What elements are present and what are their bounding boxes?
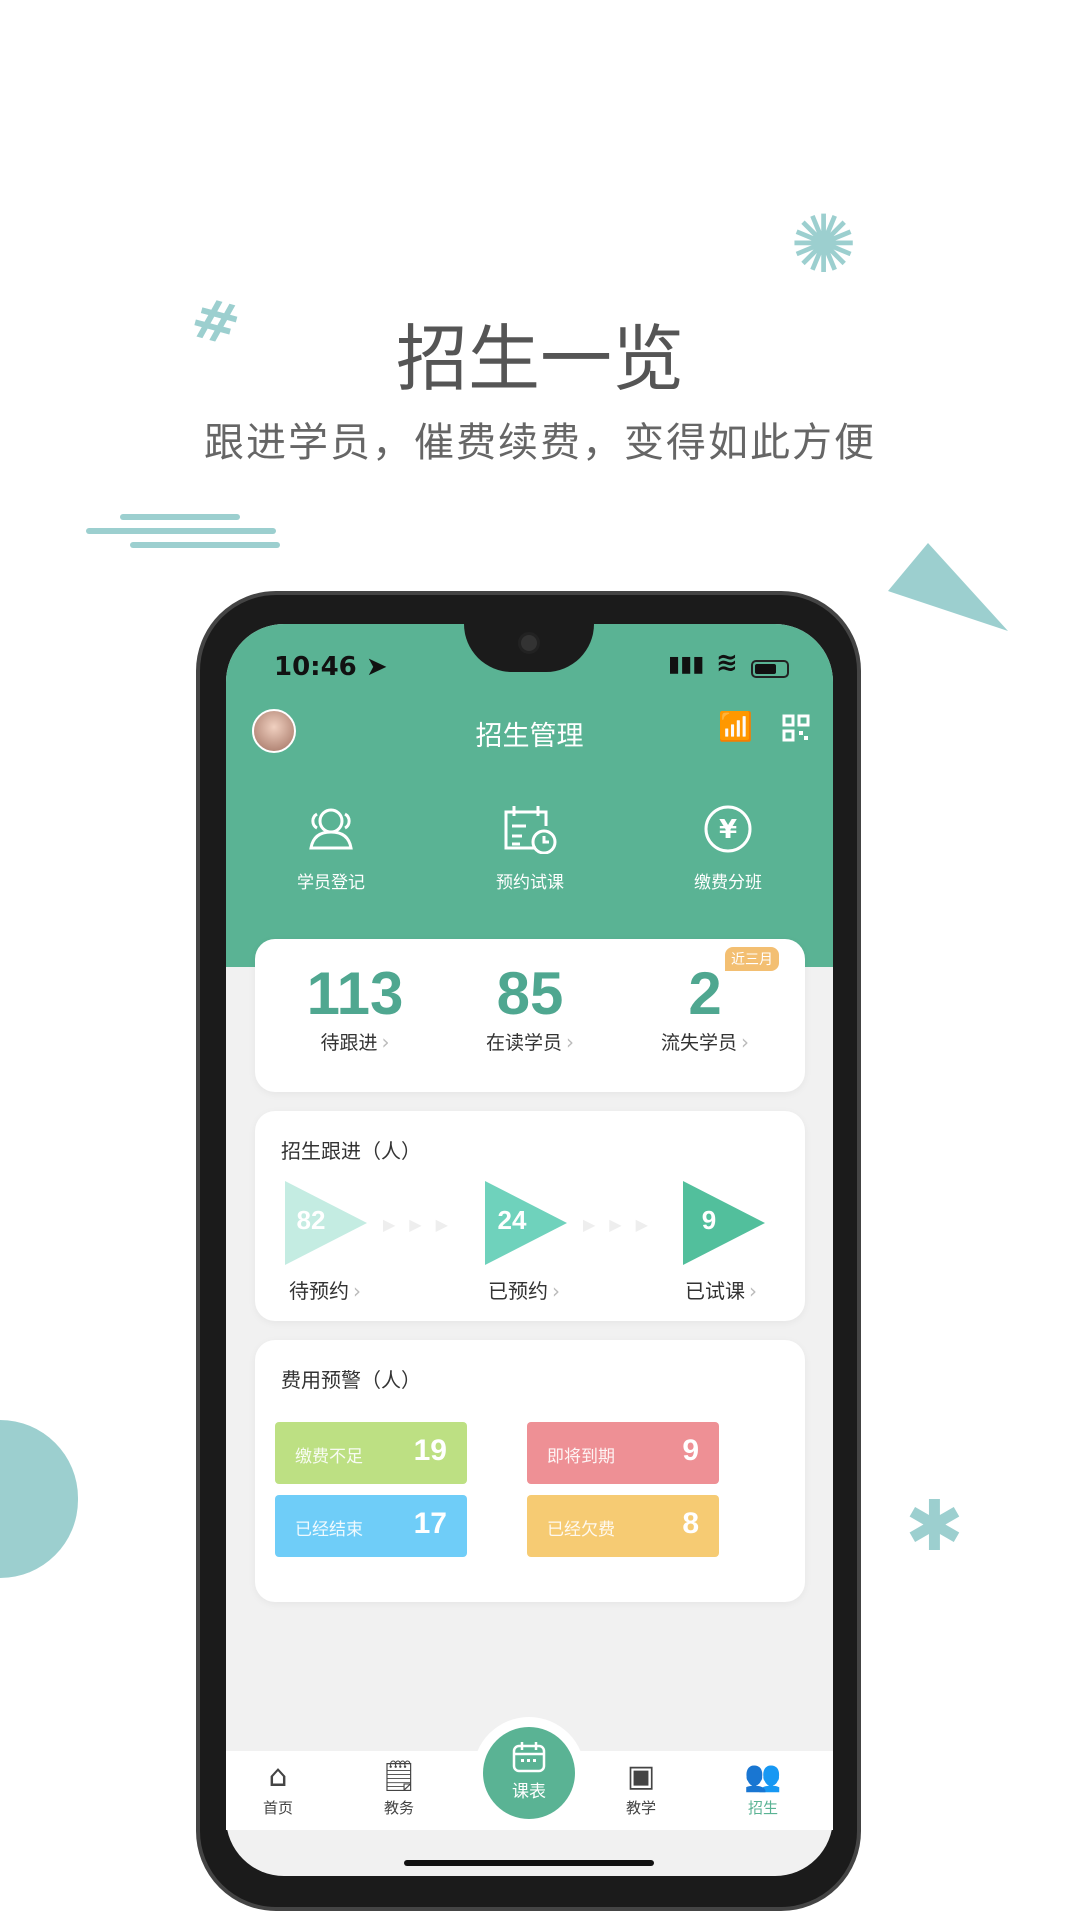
time-text: 10:46 [274, 652, 357, 682]
chevron-right-icon: › [749, 1279, 757, 1303]
quick-action-label: 学员登记 [297, 873, 365, 893]
signal-icon: ▮▮▮ [668, 652, 705, 677]
tab-enrollment[interactable]: 👥 招生 [723, 1757, 803, 1818]
stats-card: 113 待跟进 › 85 在读学员 › 2 流失学员 › 近三月 [255, 939, 805, 1092]
home-indicator [404, 1860, 654, 1866]
wifi-icon: ≋ [716, 648, 738, 678]
arrow-dots: ▶▶▶ [583, 1215, 662, 1234]
step-pending-appointment[interactable]: 待预约 › [289, 1275, 361, 1304]
step-value: 24 [497, 1205, 527, 1235]
chevron-right-icon: › [552, 1279, 560, 1303]
app-screen: 10:46 ➤ ▮▮▮ ≋ 招生管理 📶 学员登记 预约试课 ¥ 缴费分班 11… [226, 624, 833, 1876]
status-time: 10:46 ➤ [274, 652, 388, 682]
document-icon: 🗒 [379, 1759, 419, 1794]
arrow-dots: ▶▶▶ [383, 1215, 462, 1234]
chevron-right-icon: › [741, 1030, 749, 1054]
promo-title: 招生一览 [395, 317, 684, 401]
warning-expiring-soon[interactable]: 即将到期 9 [527, 1422, 719, 1484]
stat-value: 85 [496, 960, 564, 1027]
tab-label: 教务 [383, 1799, 414, 1817]
home-icon: ⌂ [268, 1759, 288, 1794]
warning-label: 已经结束 [295, 1520, 363, 1540]
battery-icon [751, 660, 789, 678]
camera [518, 632, 540, 654]
quick-action-label: 缴费分班 [694, 873, 762, 893]
step-appointed[interactable]: 已预约 › [488, 1275, 560, 1304]
stat-label: 待跟进 [320, 1032, 378, 1054]
stat-lost[interactable]: 2 流失学员 › [615, 959, 795, 1055]
tab-label: 课表 [512, 1782, 546, 1802]
stat-enrolled[interactable]: 85 在读学员 › [440, 959, 620, 1055]
starburst-decoration: ✺ [790, 198, 858, 291]
calendar-icon [512, 1742, 546, 1773]
warning-value: 17 [413, 1507, 447, 1540]
step-label: 已试课 [685, 1279, 745, 1303]
tab-teaching[interactable]: ▣ 教学 [601, 1757, 681, 1818]
location-icon: ➤ [365, 652, 388, 682]
quick-action-trial[interactable]: 预约试课 [455, 804, 605, 893]
stat-value: 113 [306, 960, 404, 1027]
chart-icon[interactable]: 📶 [718, 710, 753, 743]
asterisk-decoration: ✱ [905, 1485, 964, 1567]
tab-home[interactable]: ⌂ 首页 [238, 1757, 318, 1818]
step-value: 9 [701, 1205, 717, 1235]
teaching-icon: ▣ [626, 1759, 656, 1794]
yen-icon: ¥ [704, 805, 752, 853]
stat-pending-followup[interactable]: 113 待跟进 › [265, 959, 445, 1055]
warning-value: 19 [413, 1434, 447, 1467]
fee-warning-card: 费用预警（人） 缴费不足 19 即将到期 9 已经结束 17 已经欠费 8 [255, 1340, 805, 1602]
step-trialed[interactable]: 已试课 › [685, 1275, 757, 1304]
followup-title: 招生跟进（人） [281, 1139, 421, 1163]
quick-action-label: 预约试课 [496, 873, 564, 893]
users-icon: 👥 [744, 1759, 782, 1794]
tab-label: 招生 [747, 1799, 778, 1817]
tab-schedule[interactable]: 课表 [483, 1727, 575, 1819]
users-icon [309, 808, 353, 850]
badge-recent-three-months: 近三月 [725, 947, 779, 971]
qr-code-icon[interactable] [782, 714, 810, 742]
tab-label: 首页 [262, 1799, 293, 1817]
fee-warning-title: 费用预警（人） [281, 1368, 421, 1392]
svg-text:¥: ¥ [719, 815, 737, 845]
step-label: 已预约 [488, 1279, 548, 1303]
quick-action-register[interactable]: 学员登记 [256, 804, 406, 893]
warning-label: 即将到期 [547, 1447, 615, 1467]
calendar-clock-icon [504, 806, 557, 855]
chevron-right-icon: › [353, 1279, 361, 1303]
lines-decoration [86, 514, 286, 554]
warning-insufficient-payment[interactable]: 缴费不足 19 [275, 1422, 467, 1484]
promo-subtitle: 跟进学员，催费续费，变得如此方便 [204, 420, 876, 466]
warning-label: 缴费不足 [295, 1447, 363, 1467]
quick-action-payment[interactable]: ¥ 缴费分班 [653, 804, 803, 893]
stat-label: 流失学员 [660, 1032, 737, 1054]
warning-value: 9 [682, 1434, 699, 1467]
chevron-right-icon: › [381, 1030, 390, 1054]
tab-academic-affairs[interactable]: 🗒 教务 [359, 1757, 439, 1818]
warning-label: 已经欠费 [547, 1520, 615, 1540]
followup-card: 招生跟进（人） 82 ▶▶▶ 24 ▶▶▶ 9 待预约 › 已预约 › 已试课 › [255, 1111, 805, 1321]
warning-in-arrears[interactable]: 已经欠费 8 [527, 1495, 719, 1557]
step-value: 82 [296, 1205, 326, 1235]
step-label: 待预约 [289, 1279, 349, 1303]
tab-label: 教学 [625, 1799, 656, 1817]
triangle-decoration [888, 543, 1008, 631]
chevron-right-icon: › [566, 1030, 574, 1054]
circle-decoration [0, 1420, 78, 1578]
stat-label: 在读学员 [485, 1032, 562, 1054]
warning-ended[interactable]: 已经结束 17 [275, 1495, 467, 1557]
warning-value: 8 [682, 1507, 699, 1540]
